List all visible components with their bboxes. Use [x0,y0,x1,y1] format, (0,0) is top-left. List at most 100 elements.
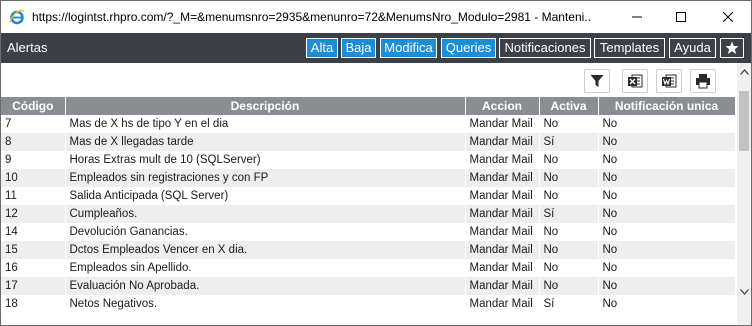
cell-notificacion: No [598,169,736,187]
cell-notificacion: No [598,115,736,133]
cell-activa: No [539,151,599,169]
export-excel-button[interactable] [622,69,648,93]
cell-notificacion: No [598,295,736,313]
cell-activa: No [539,277,599,295]
cell-notificacion: No [598,151,736,169]
table-row[interactable]: 18 Netos Negativos. Mandar Mail Sí No [1,295,736,313]
alertas-grid: Código Descripción Accion Activa Notific… [1,97,737,325]
modifica-button[interactable]: Modifica [380,38,437,58]
maximize-button[interactable] [659,1,703,33]
close-icon [723,12,733,22]
cell-activa: No [539,223,599,241]
cell-notificacion: No [598,241,736,259]
star-icon [725,41,739,54]
cell-accion: Mandar Mail [465,277,540,295]
cell-descripcion: Cumpleaños. [65,205,466,223]
word-icon [662,74,677,88]
cell-activa: No [539,187,599,205]
table-row[interactable]: 15 Dctos Empleados Vencer en X dia. Mand… [1,241,736,259]
excel-icon [628,74,643,88]
scroll-up-button[interactable] [737,65,751,79]
cell-descripcion: Devolución Ganancias. [65,223,466,241]
cell-codigo: 10 [1,169,66,187]
cell-activa: Sí [539,205,599,223]
baja-button[interactable]: Baja [341,38,376,58]
ayuda-button[interactable]: Ayuda [669,38,716,58]
templates-button[interactable]: Templates [594,38,665,58]
cell-activa: Sí [539,133,599,151]
cell-codigo: 11 [1,187,66,205]
cell-accion: Mandar Mail [465,133,540,151]
cell-accion: Mandar Mail [465,241,540,259]
table-row[interactable]: 9 Horas Extras mult de 10 (SQLServer) Ma… [1,151,736,169]
cell-notificacion: No [598,205,736,223]
column-header-descripcion[interactable]: Descripción [65,97,466,115]
cell-descripcion: Salida Anticipada (SQL Server) [65,187,466,205]
cell-accion: Mandar Mail [465,187,540,205]
maximize-icon [676,12,686,22]
cell-notificacion: No [598,259,736,277]
column-header-accion[interactable]: Accion [465,97,540,115]
minimize-icon [632,16,642,18]
cell-accion: Mandar Mail [465,169,540,187]
cell-activa: No [539,115,599,133]
queries-button[interactable]: Queries [441,38,496,58]
scrollbar-thumb[interactable] [739,91,749,151]
cell-activa: No [539,259,599,277]
table-row[interactable]: 17 Evaluación No Aprobada. Mandar Mail N… [1,277,736,295]
cell-accion: Mandar Mail [465,151,540,169]
cell-codigo: 8 [1,133,66,151]
cell-descripcion: Mas de X hs de tipo Y en el dia [65,115,466,133]
cell-activa: No [539,169,599,187]
close-button[interactable] [706,1,750,33]
table-row[interactable]: 14 Devolución Ganancias. Mandar Mail No … [1,223,736,241]
table-row[interactable]: 16 Empleados sin Apellido. Mandar Mail N… [1,259,736,277]
cell-activa: No [539,241,599,259]
filter-button[interactable] [584,69,610,93]
minimize-button[interactable] [615,1,659,33]
cell-notificacion: No [598,223,736,241]
alertas-table: Código Descripción Accion Activa Notific… [1,97,736,313]
alta-button[interactable]: Alta [306,38,338,58]
table-header-row: Código Descripción Accion Activa Notific… [1,97,736,115]
cell-accion: Mandar Mail [465,295,540,313]
window-title: https://logintst.rhpro.com/?_M=&menumsnr… [32,10,592,24]
table-row[interactable]: 12 Cumpleaños. Mandar Mail Sí No [1,205,736,223]
filter-icon [590,75,604,87]
cell-accion: Mandar Mail [465,205,540,223]
cell-notificacion: No [598,133,736,151]
column-header-activa[interactable]: Activa [539,97,599,115]
cell-accion: Mandar Mail [465,259,540,277]
table-row[interactable]: 10 Empleados sin registraciones y con FP… [1,169,736,187]
cell-descripcion: Empleados sin Apellido. [65,259,466,277]
cell-codigo: 17 [1,277,66,295]
print-button[interactable] [690,69,716,93]
cell-descripcion: Netos Negativos. [65,295,466,313]
notificaciones-button[interactable]: Notificaciones [499,38,591,58]
cell-descripcion: Evaluación No Aprobada. [65,277,466,295]
cell-accion: Mandar Mail [465,223,540,241]
scroll-down-button[interactable] [737,285,751,299]
cell-notificacion: No [598,277,736,295]
window-titlebar: https://logintst.rhpro.com/?_M=&menumsnr… [1,1,751,33]
cell-notificacion: No [598,187,736,205]
ie-logo-icon [9,9,25,25]
scroll-down-icon [739,289,749,295]
table-row[interactable]: 8 Mas de X llegadas tarde Mandar Mail Sí… [1,133,736,151]
cell-descripcion: Dctos Empleados Vencer en X dia. [65,241,466,259]
cell-codigo: 18 [1,295,66,313]
column-header-codigo[interactable]: Código [1,97,66,115]
cell-codigo: 16 [1,259,66,277]
grid-toolbar [1,63,737,97]
column-header-notificacion[interactable]: Notificación unica [598,97,736,115]
cell-activa: Sí [539,295,599,313]
favorite-button[interactable] [720,38,744,58]
cell-codigo: 9 [1,151,66,169]
cell-descripcion: Empleados sin registraciones y con FP [65,169,466,187]
cell-codigo: 15 [1,241,66,259]
table-row[interactable]: 7 Mas de X hs de tipo Y en el dia Mandar… [1,115,736,133]
table-row[interactable]: 11 Salida Anticipada (SQL Server) Mandar… [1,187,736,205]
vertical-scrollbar[interactable] [737,63,751,325]
cell-codigo: 7 [1,115,66,133]
export-word-button[interactable] [656,69,682,93]
